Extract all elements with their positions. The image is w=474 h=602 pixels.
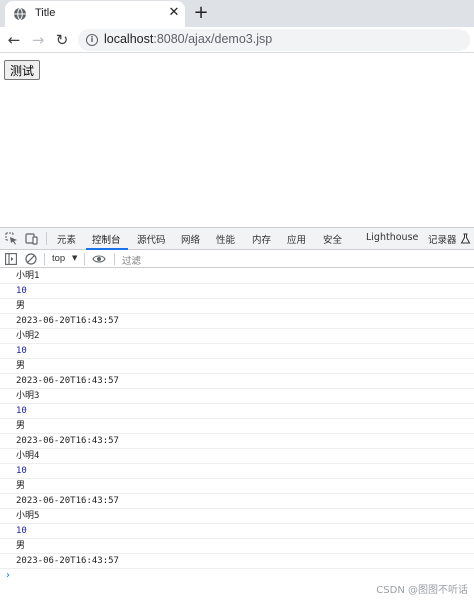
new-tab-button[interactable]: + (192, 3, 210, 23)
tab-sources[interactable]: 源代码 (137, 232, 166, 246)
console-log-line: 男 (0, 359, 474, 374)
inspect-element-icon[interactable] (5, 232, 18, 245)
tab-strip: Title ✕ + (0, 0, 474, 27)
forward-arrow-icon[interactable]: → (28, 30, 48, 50)
console-log-line: 小明2 (0, 329, 474, 344)
tab-title: Title (35, 7, 56, 19)
console-log-line: 小明1 (0, 269, 474, 284)
live-expression-icon[interactable] (92, 254, 106, 264)
device-toolbar-icon[interactable] (25, 232, 38, 245)
tab-lighthouse[interactable]: Lighthouse (366, 232, 418, 243)
flask-icon (460, 233, 471, 244)
toolbar-separator (44, 253, 45, 265)
tab-network[interactable]: 网络 (181, 232, 200, 246)
tab-elements[interactable]: 元素 (57, 232, 76, 246)
page-content: 测试 (0, 54, 474, 227)
console-log-line: 10 (0, 344, 474, 359)
globe-icon (14, 7, 26, 21)
sidebar-toggle-icon[interactable] (5, 253, 17, 265)
console-log-line: 小明3 (0, 389, 474, 404)
toolbar-separator (114, 253, 115, 265)
console-output: 小明1 10 男 2023-06-20T16:43:57 小明2 10 男 2023-06-2… (0, 269, 474, 583)
tab-security[interactable]: 安全 (323, 232, 342, 246)
console-log-line: 男 (0, 419, 474, 434)
tab-memory[interactable]: 内存 (252, 232, 271, 246)
console-log-line: 小明4 (0, 449, 474, 464)
back-arrow-icon[interactable]: ← (4, 30, 24, 50)
console-log-line: 男 (0, 479, 474, 494)
console-log-line: 男 (0, 299, 474, 314)
console-log-line: 10 (0, 524, 474, 539)
console-log-line: 2023-06-20T16:43:57 (0, 554, 474, 569)
watermark: CSDN @图图不听话 (376, 585, 468, 596)
devtools-panel: 元素 控制台 源代码 网络 性能 内存 应用 安全 Lighthouse 记录器… (0, 227, 474, 602)
address-bar[interactable]: i localhost:8080/ajax/demo3.jsp (78, 29, 470, 51)
console-log-line: 2023-06-20T16:43:57 (0, 314, 474, 329)
browser-tab[interactable]: Title ✕ (5, 1, 185, 27)
tab-performance[interactable]: 性能 (216, 232, 235, 246)
url-path: :8080/ajax/demo3.jsp (153, 32, 273, 46)
reload-icon[interactable]: ↻ (52, 30, 72, 50)
tab-application[interactable]: 应用 (287, 232, 306, 246)
context-selector[interactable]: top (52, 253, 65, 264)
chevron-down-icon[interactable]: ▼ (72, 254, 77, 262)
filter-input[interactable]: 过滤 (122, 253, 141, 267)
close-tab-icon[interactable]: ✕ (167, 6, 181, 20)
tab-separator (46, 232, 47, 245)
console-log-line: 小明5 (0, 509, 474, 524)
clear-console-icon[interactable] (25, 253, 37, 265)
console-log-line: 10 (0, 404, 474, 419)
tab-recorder[interactable]: 记录器 (428, 232, 457, 246)
console-log-line: 10 (0, 464, 474, 479)
toolbar-separator (84, 253, 85, 265)
url-host: localhost (104, 32, 154, 46)
devtools-tab-bar: 元素 控制台 源代码 网络 性能 内存 应用 安全 Lighthouse 记录器 (0, 228, 474, 250)
tab-console[interactable]: 控制台 (92, 232, 121, 246)
info-icon[interactable]: i (86, 34, 98, 46)
browser-toolbar: ← → ↻ i localhost:8080/ajax/demo3.jsp (0, 27, 474, 53)
console-log-line: 2023-06-20T16:43:57 (0, 374, 474, 389)
console-log-line: 10 (0, 284, 474, 299)
url-text[interactable]: localhost:8080/ajax/demo3.jsp (104, 32, 272, 46)
test-button[interactable]: 测试 (4, 60, 41, 80)
console-toolbar: top ▼ 过滤 (0, 250, 474, 268)
console-log-line: 2023-06-20T16:43:57 (0, 494, 474, 509)
console-log-line: 2023-06-20T16:43:57 (0, 434, 474, 449)
console-log-line: 男 (0, 539, 474, 554)
